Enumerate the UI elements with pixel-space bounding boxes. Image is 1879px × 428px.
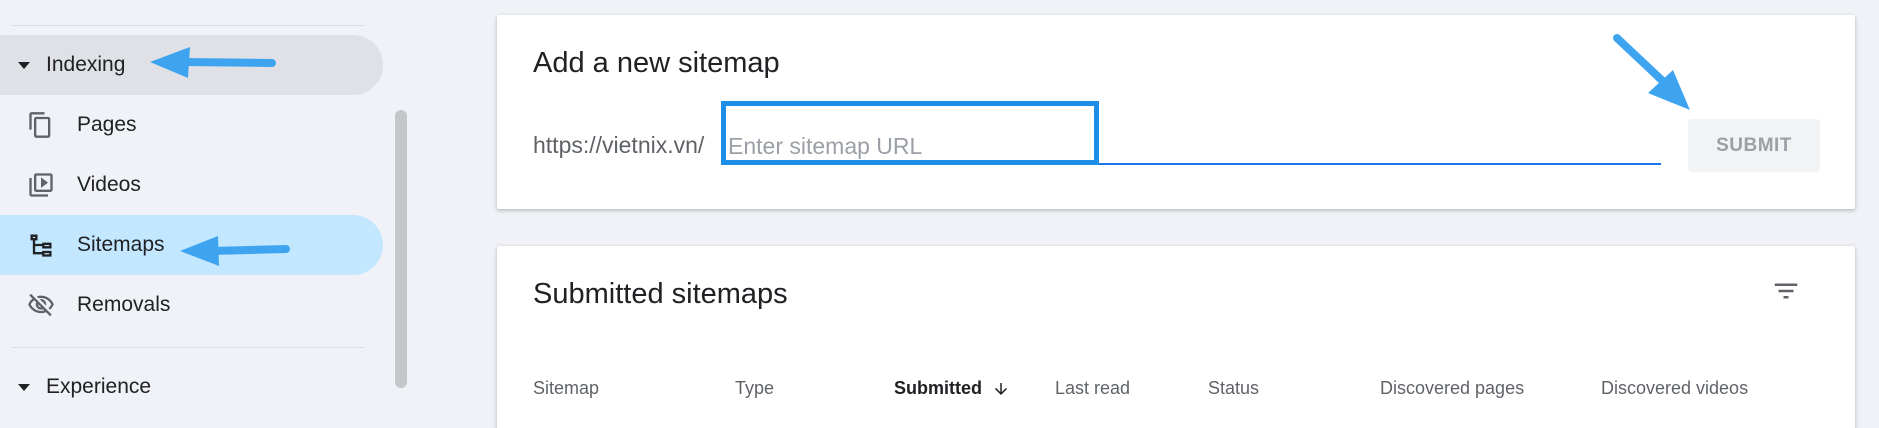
column-header-submitted[interactable]: Submitted bbox=[894, 378, 1010, 399]
filter-icon[interactable] bbox=[1769, 276, 1803, 306]
caret-down-icon bbox=[18, 61, 30, 69]
sidebar-section-label: Experience bbox=[46, 375, 152, 398]
removals-icon bbox=[26, 290, 56, 320]
sidebar-section-label: Indexing bbox=[46, 53, 126, 76]
sidebar-item-label: Pages bbox=[77, 113, 137, 136]
sitemaps-icon bbox=[26, 230, 56, 260]
column-header-label: Discovered pages bbox=[1380, 378, 1525, 398]
arrow-down-icon bbox=[995, 382, 1007, 395]
submitted-sitemaps-card: Submitted sitemaps Sitemap Type Submitte… bbox=[497, 246, 1855, 428]
add-sitemap-card: Add a new sitemap https://vietnix.vn/ SU… bbox=[497, 15, 1855, 209]
sidebar-item-label: Sitemaps bbox=[77, 233, 165, 256]
column-header-label: Last read bbox=[1055, 378, 1131, 398]
sidebar-section-indexing[interactable]: Indexing bbox=[0, 35, 383, 95]
column-header-discovered-pages[interactable]: Discovered pages bbox=[1380, 378, 1524, 399]
sidebar-divider bbox=[12, 347, 364, 348]
sidebar-divider bbox=[12, 25, 364, 26]
column-header-label: Type bbox=[735, 378, 775, 398]
column-header-label: Discovered videos bbox=[1601, 378, 1749, 398]
column-header-last-read[interactable]: Last read bbox=[1055, 378, 1130, 399]
column-header-discovered-videos[interactable]: Discovered videos bbox=[1601, 378, 1748, 399]
sidebar-item-removals[interactable]: Removals bbox=[0, 275, 383, 335]
add-sitemap-title: Add a new sitemap bbox=[533, 47, 780, 79]
sidebar-item-sitemaps[interactable]: Sitemaps bbox=[0, 215, 383, 275]
videos-icon bbox=[26, 170, 56, 200]
caret-down-icon bbox=[18, 383, 30, 391]
sidebar-item-label: Videos bbox=[77, 173, 141, 196]
column-header-status[interactable]: Status bbox=[1208, 378, 1259, 399]
column-header-label: Status bbox=[1208, 378, 1260, 398]
pages-icon bbox=[26, 110, 56, 140]
sidebar-item-pages[interactable]: Pages bbox=[0, 95, 383, 155]
sidebar: Indexing Pages Videos Sitemaps Removals … bbox=[0, 0, 420, 428]
submitted-sitemaps-title: Submitted sitemaps bbox=[533, 278, 788, 310]
submit-button[interactable]: SUBMIT bbox=[1688, 119, 1820, 172]
url-prefix: https://vietnix.vn/ bbox=[533, 132, 705, 158]
sidebar-item-label: Removals bbox=[77, 293, 171, 316]
column-header-label: Submitted bbox=[894, 378, 982, 398]
column-header-label: Sitemap bbox=[533, 378, 600, 398]
sidebar-scrollbar[interactable] bbox=[395, 110, 407, 388]
sidebar-item-videos[interactable]: Videos bbox=[0, 155, 383, 215]
sidebar-section-experience[interactable]: Experience bbox=[0, 357, 383, 417]
column-header-sitemap[interactable]: Sitemap bbox=[533, 378, 599, 399]
sitemap-url-input[interactable] bbox=[726, 119, 1661, 165]
column-header-type[interactable]: Type bbox=[735, 378, 774, 399]
